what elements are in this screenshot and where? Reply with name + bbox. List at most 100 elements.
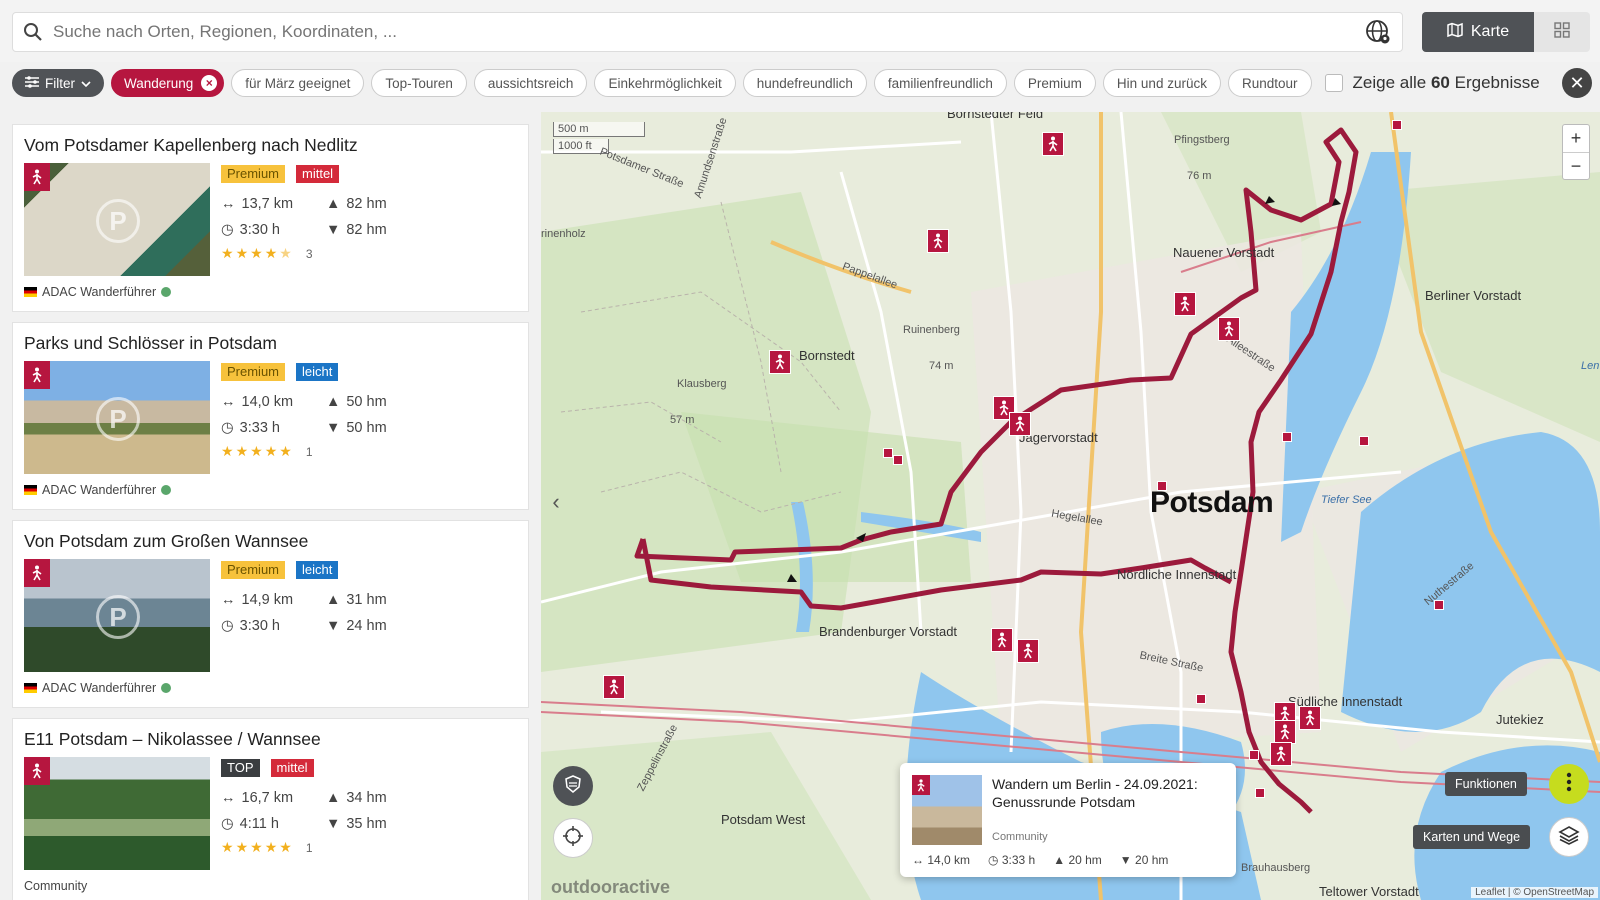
filter-chip[interactable]: Premium	[1013, 69, 1096, 97]
tour-duration: ◷ 3:30 h	[221, 222, 280, 238]
tour-source: ADAC Wanderführer	[24, 483, 172, 497]
filter-chip[interactable]: Rundtour	[1227, 69, 1312, 97]
ascent-icon: ▲	[326, 790, 341, 806]
functions-button[interactable]	[1549, 764, 1589, 804]
tour-duration: ◷ 3:33 h	[221, 420, 280, 436]
filter-chip[interactable]: Hin und zurück	[1102, 69, 1221, 97]
tour-marker[interactable]	[603, 675, 625, 699]
zoom-control: + −	[1562, 124, 1590, 180]
rating-count: 1	[305, 444, 313, 459]
tour-popup[interactable]: Wandern um Berlin - 24.09.2021: Genussru…	[900, 763, 1236, 877]
tour-source: ADAC Wanderführer	[24, 681, 172, 695]
tour-descent: ▼ 35 hm	[326, 816, 387, 832]
map-label: Berliner Vorstadt	[1425, 288, 1522, 303]
zoom-out-button[interactable]: −	[1563, 152, 1589, 179]
filter-chip[interactable]: Top-Touren	[371, 69, 467, 97]
ascent-icon: ▲	[326, 394, 341, 410]
globe-location-icon[interactable]	[1354, 19, 1402, 45]
waypoint-marker[interactable]	[1249, 750, 1259, 760]
outdooractive-watermark: outdooractive	[551, 877, 671, 897]
badge-mittel: mittel	[296, 165, 340, 183]
remove-filter-icon[interactable]: ×	[201, 75, 218, 91]
map[interactable]: 500 m 1000 ft + − ‹ Bornstedter Feld Pfi…	[541, 112, 1600, 900]
tour-marker[interactable]	[1009, 412, 1031, 436]
close-results-button[interactable]: ✕	[1562, 68, 1592, 98]
badge-leicht: leicht	[296, 561, 339, 579]
show-all-checkbox[interactable]	[1324, 74, 1343, 92]
grid-view-button[interactable]	[1534, 12, 1590, 52]
layers-button[interactable]	[1549, 817, 1589, 857]
tour-marker[interactable]	[1017, 639, 1039, 663]
search-bar[interactable]	[12, 12, 1403, 52]
more-vertical-icon	[1566, 772, 1572, 797]
tour-marker[interactable]	[1174, 292, 1196, 316]
verified-icon	[161, 287, 172, 297]
waypoint-marker[interactable]	[1282, 432, 1292, 442]
tour-marker[interactable]	[1299, 706, 1321, 730]
popup-ascent: ▲ 20 hm	[1053, 853, 1102, 867]
map-label: Teltower Vorstadt	[1319, 884, 1419, 899]
waypoint-marker[interactable]	[1196, 694, 1206, 704]
filter-chip[interactable]: familienfreundlich	[873, 69, 1007, 97]
close-icon: ✕	[1569, 72, 1585, 93]
tour-title[interactable]: Vom Potsdamer Kapellenberg nach Nedlitz	[24, 135, 358, 156]
tour-marker[interactable]	[1270, 742, 1292, 766]
tour-thumbnail[interactable]: P	[24, 559, 210, 672]
clock-icon: ◷	[221, 816, 234, 832]
tour-thumbnail[interactable]	[24, 757, 210, 870]
tour-thumbnail[interactable]: P	[24, 361, 210, 474]
tour-marker[interactable]	[991, 628, 1013, 652]
verified-icon	[161, 683, 172, 693]
adac-flag-icon	[24, 485, 37, 495]
tour-distance: ↔ 16,7 km	[221, 790, 294, 806]
filter-chip[interactable]: aussichtsreich	[473, 69, 588, 97]
filter-chip[interactable]: hundefreundlich	[742, 69, 867, 97]
collapse-list-button[interactable]: ‹	[545, 487, 567, 517]
tour-card[interactable]: Von Potsdam zum Großen Wannsee P Premium…	[12, 520, 529, 708]
tour-thumbnail[interactable]: P	[24, 163, 210, 276]
waypoint-marker[interactable]	[1359, 436, 1369, 446]
hike-layer-button[interactable]	[553, 766, 593, 806]
zoom-in-button[interactable]: +	[1563, 125, 1589, 152]
popup-title[interactable]: Wandern um Berlin - 24.09.2021: Genussru…	[992, 775, 1232, 811]
locate-me-button[interactable]	[553, 818, 593, 858]
active-filter-chip[interactable]: Wanderung ×	[111, 69, 225, 97]
tour-card[interactable]: Vom Potsdamer Kapellenberg nach Nedlitz …	[12, 124, 529, 312]
waypoint-marker[interactable]	[1434, 600, 1444, 610]
tour-marker[interactable]	[927, 229, 949, 253]
tour-marker[interactable]	[1042, 132, 1064, 156]
map-label: 76 m	[1187, 170, 1212, 182]
waypoint-marker[interactable]	[1255, 788, 1265, 798]
filter-button[interactable]: Filter	[12, 69, 104, 97]
search-input[interactable]	[53, 22, 1354, 42]
star-icon: ★	[264, 839, 278, 855]
adac-flag-icon	[24, 683, 37, 693]
tour-title[interactable]: E11 Potsdam – Nikolassee / Wannsee	[24, 729, 321, 750]
tour-card[interactable]: E11 Potsdam – Nikolassee / Wannsee TOP mi…	[12, 718, 529, 900]
star-icon: ★	[279, 839, 292, 855]
tour-title[interactable]: Parks und Schlösser in Potsdam	[24, 333, 277, 354]
map-view-button[interactable]: Karte	[1422, 12, 1534, 52]
tour-marker[interactable]	[1218, 317, 1240, 341]
star-icon: ★	[221, 839, 234, 855]
tour-ascent: ▲ 31 hm	[326, 592, 387, 608]
filter-chip[interactable]: für März geeignet	[231, 69, 365, 97]
filter-chip[interactable]: Einkehrmöglichkeit	[594, 69, 736, 97]
distance-icon: ↔	[221, 196, 236, 212]
tour-marker[interactable]	[1274, 720, 1296, 744]
adac-flag-icon	[24, 287, 37, 297]
map-attribution[interactable]: Leaflet | © OpenStreetMap	[1471, 887, 1598, 898]
waypoint-marker[interactable]	[1157, 481, 1167, 491]
chevron-left-icon: ‹	[552, 489, 560, 514]
show-all-toggle[interactable]: Zeige alle 60 Ergebnisse	[1324, 73, 1540, 93]
tour-card[interactable]: Parks und Schlösser in Potsdam P Premium…	[12, 322, 529, 510]
tour-marker[interactable]	[769, 350, 791, 374]
map-label: Jutekiez	[1496, 712, 1544, 727]
waypoint-marker[interactable]	[1392, 120, 1402, 130]
waypoint-marker[interactable]	[893, 455, 903, 465]
waypoint-marker[interactable]	[883, 448, 893, 458]
tour-descent: ▼ 50 hm	[326, 420, 387, 436]
popup-stats: ↔ 14,0 km ◷ 3:33 h ▲ 20 hm ▼ 20 hm	[912, 853, 1168, 867]
tour-ascent: ▲ 82 hm	[326, 196, 387, 212]
tour-title[interactable]: Von Potsdam zum Großen Wannsee	[24, 531, 308, 552]
